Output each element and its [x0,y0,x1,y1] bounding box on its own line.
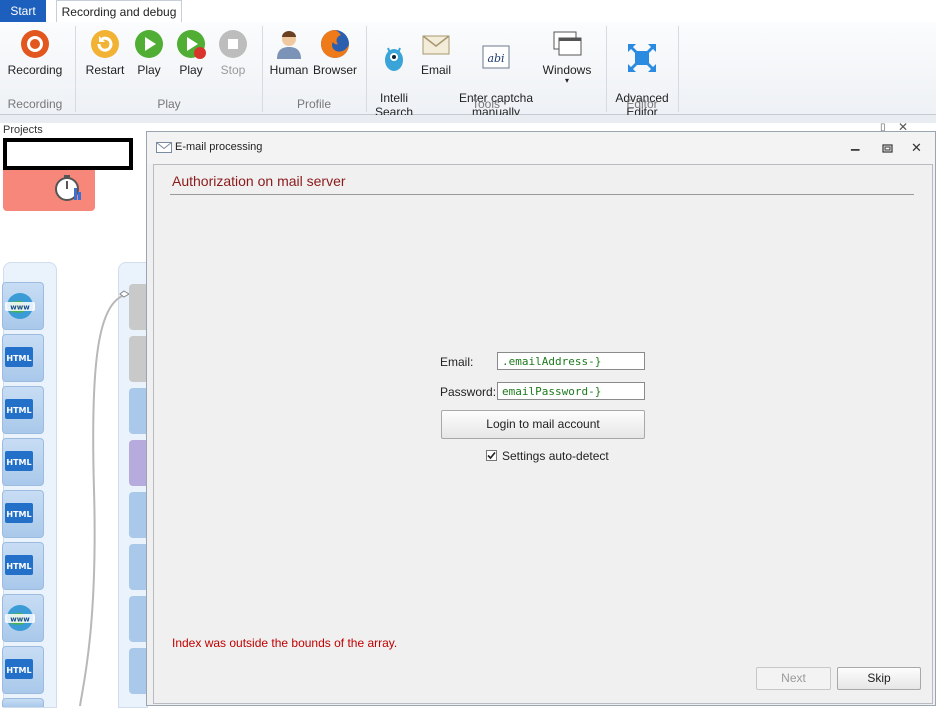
stopwatch-icon [55,175,81,201]
windows-button[interactable]: Windows ▾ [540,28,594,85]
action-tile[interactable] [129,492,146,538]
human-icon [277,31,301,59]
svg-text:HTML: HTML [6,510,31,519]
svg-text:HTML: HTML [6,666,31,675]
play-step-label: Play [179,63,203,77]
maximize-button[interactable] [882,144,893,153]
envelope-icon [422,35,450,55]
dialog-titlebar: E-mail processing ▁ ✕ [147,132,935,164]
password-label: Password: [440,385,497,399]
dialog-body: Authorization on mail server Email: .ema… [153,164,933,704]
www-action-tile[interactable]: www [2,282,44,330]
minimize-button[interactable]: ▁ [851,138,863,154]
dialog-title: E-mail processing [175,141,263,153]
captcha-icon: abi [482,45,510,69]
html-action-tile[interactable]: HTML [2,334,44,382]
heading-divider [170,194,914,195]
checkmark-icon [487,451,496,460]
www-action-tile[interactable]: www [2,594,44,642]
tab-recording-and-debug[interactable]: Recording and debug [56,0,182,22]
projects-header: Projects [0,122,148,138]
close-dialog-button[interactable]: ✕ [911,140,922,156]
action-tile[interactable] [129,648,146,694]
browser-button[interactable]: Browser [312,28,358,77]
windows-label: Windows [542,63,592,77]
group-divider [678,26,679,112]
autodetect-checkbox[interactable] [486,450,497,461]
firefox-icon [321,30,349,58]
html-icon: HTML [5,451,33,471]
human-label: Human [269,63,309,77]
windows-icon [553,31,582,56]
restart-label: Restart [85,63,125,77]
html-icon: HTML [5,347,33,367]
globe-icon: www [5,293,35,319]
html-action-tile[interactable]: HTML [2,490,44,538]
recording-label: Recording [7,63,63,77]
play-step-button[interactable]: Play [170,28,212,77]
skip-button[interactable]: Skip [837,667,921,690]
html-action-tile[interactable]: HTML [2,646,44,694]
stop-icon [219,30,247,58]
action-tile[interactable] [129,440,146,486]
svg-text:HTML: HTML [6,458,31,467]
action-tile[interactable] [129,596,146,642]
password-field[interactable]: emailPassword-} [497,382,645,400]
svg-text:www: www [10,616,30,624]
advanced-editor-icon [628,44,656,72]
html-action-tile[interactable]: HTML [2,542,44,590]
group-label-tools: Tools [471,97,500,111]
restart-button[interactable]: Restart [82,28,128,77]
group-label-editor: Editor [626,97,658,111]
group-label-recording: Recording [7,97,63,111]
timer-action-block[interactable] [3,170,95,211]
autodetect-label: Settings auto-detect [502,449,609,463]
email-label: Email: [440,355,474,369]
svg-text:HTML: HTML [6,562,31,571]
dialog-heading: Authorization on mail server [172,173,346,189]
stop-label: Stop [220,63,246,77]
play-button[interactable]: Play [128,28,170,77]
envelope-icon [156,142,172,153]
email-button[interactable]: Email [418,28,454,77]
svg-text:abi: abi [487,52,504,65]
error-message: Index was outside the bounds of the arra… [172,636,398,650]
svg-text:HTML: HTML [6,354,31,363]
next-button[interactable]: Next [756,667,831,690]
play-icon [135,30,163,58]
group-label-play: Play [157,97,181,111]
html-action-tile[interactable]: HTML [2,386,44,434]
stop-button[interactable]: Stop [212,28,254,77]
dropdown-arrow-icon: ▾ [564,76,569,85]
tab-start[interactable]: Start [0,0,46,22]
play-label: Play [137,63,161,77]
redacted-box [3,138,133,170]
connector-line [79,290,130,706]
human-button[interactable]: Human [268,28,310,77]
recording-button[interactable]: Recording [6,28,64,77]
email-label: Email [420,63,451,77]
email-processing-dialog: E-mail processing ▁ ✕ Authorization on m… [146,131,936,706]
html-icon: HTML [5,555,33,575]
intelli-search-icon [385,47,403,71]
login-to-mail-account-button[interactable]: Login to mail account [441,410,645,439]
action-tile[interactable] [129,388,146,434]
action-tile[interactable] [129,336,146,382]
browser-label: Browser [312,63,357,77]
svg-text:HTML: HTML [6,406,31,415]
html-icon: HTML [5,659,33,679]
html-action-tile[interactable]: HTML [2,438,44,486]
projects-title: Projects [3,124,43,136]
group-label-profile: Profile [296,97,331,111]
action-tile[interactable] [129,544,146,590]
globe-icon: www [5,605,35,631]
action-tile[interactable] [129,284,146,330]
html-icon: HTML [5,399,33,419]
html-icon: HTML [5,503,33,523]
restart-icon [91,30,119,58]
email-field[interactable]: .emailAddress-} [497,352,645,370]
record-icon [21,30,49,58]
play-step-icon [177,30,206,59]
svg-text:www: www [10,304,30,312]
